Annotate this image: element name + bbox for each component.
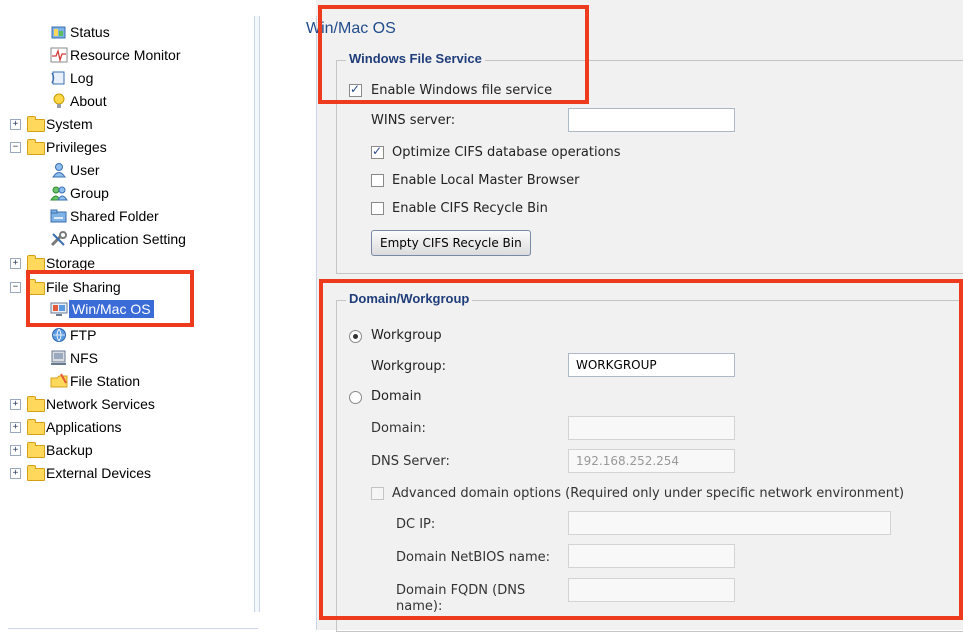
tree-item-shared-folder[interactable]: Shared Folder <box>50 205 159 227</box>
sidebar-divider <box>8 628 258 629</box>
tree-item-file-sharing[interactable]: − File Sharing <box>10 276 121 298</box>
expand-icon[interactable]: + <box>10 468 21 479</box>
advanced-domain-options-label: Advanced domain options (Required only u… <box>392 486 905 501</box>
folder-open-icon <box>26 139 45 155</box>
optimize-cifs-label: Optimize CIFS database operations <box>392 145 621 160</box>
local-master-browser-checkbox[interactable] <box>371 174 384 187</box>
tree-item-status[interactable]: Status <box>50 21 110 43</box>
advanced-domain-options-checkbox[interactable] <box>371 487 384 500</box>
expand-icon[interactable]: + <box>10 119 21 130</box>
tree-item-win-mac-os[interactable]: Win/Mac OS <box>50 298 154 320</box>
ftp-icon <box>50 327 68 343</box>
domain-field-label: Domain: <box>371 421 426 436</box>
group-icon <box>50 185 68 201</box>
folder-icon <box>26 116 45 132</box>
workgroup-field-label: Workgroup: <box>371 359 447 374</box>
sidebar-splitter[interactable] <box>254 16 260 612</box>
dc-ip-input[interactable] <box>568 511 891 535</box>
tree-item-resource-monitor[interactable]: Resource Monitor <box>50 44 181 66</box>
page-title: Win/Mac OS <box>306 20 396 37</box>
domain-fqdn-label-line2: name): <box>396 599 443 614</box>
expand-icon[interactable]: + <box>10 422 21 433</box>
empty-recycle-bin-button[interactable]: Empty CIFS Recycle Bin <box>371 230 531 256</box>
tree-item-log[interactable]: Log <box>50 67 93 89</box>
application-setting-icon <box>50 231 68 247</box>
folder-icon <box>26 255 45 271</box>
collapse-icon[interactable]: − <box>10 282 21 293</box>
log-icon <box>50 70 68 86</box>
local-master-browser-label: Enable Local Master Browser <box>392 173 580 188</box>
wins-server-input[interactable] <box>568 108 735 132</box>
dns-server-label: DNS Server: <box>371 454 450 469</box>
expand-icon[interactable]: + <box>10 399 21 410</box>
workgroup-radio[interactable] <box>349 330 362 343</box>
file-station-icon <box>50 373 68 389</box>
optimize-cifs-checkbox[interactable] <box>371 144 384 159</box>
windows-file-service-legend: Windows File Service <box>346 51 485 66</box>
folder-open-icon <box>26 279 45 295</box>
tree-item-network-services[interactable]: + Network Services <box>10 393 155 415</box>
tree-item-system[interactable]: + System <box>10 113 93 135</box>
enable-windows-file-service-label: Enable Windows file service <box>371 83 553 98</box>
domain-radio-label: Domain <box>371 389 422 404</box>
tree-item-applications[interactable]: + Applications <box>10 416 122 438</box>
resource-monitor-icon <box>50 47 68 63</box>
folder-icon <box>26 396 45 412</box>
expand-icon[interactable]: + <box>10 445 21 456</box>
tree-item-application-setting[interactable]: Application Setting <box>50 228 186 250</box>
domain-fqdn-label-line1: Domain FQDN (DNS <box>396 583 526 598</box>
status-icon <box>50 24 68 40</box>
wins-server-label: WINS server: <box>371 113 456 128</box>
tree-item-ftp[interactable]: FTP <box>50 324 96 346</box>
domain-radio[interactable] <box>349 391 362 404</box>
tree-item-file-station[interactable]: File Station <box>50 370 140 392</box>
tree-item-nfs[interactable]: NFS <box>50 347 98 369</box>
workgroup-radio-label: Workgroup <box>371 328 442 343</box>
cifs-recycle-bin-label: Enable CIFS Recycle Bin <box>392 201 548 216</box>
win-mac-os-icon <box>50 301 68 317</box>
navigation-tree: Status Resource Monitor Log About + Syst… <box>0 0 260 630</box>
tree-item-external-devices[interactable]: + External Devices <box>10 462 151 484</box>
tree-item-backup[interactable]: + Backup <box>10 439 93 461</box>
folder-icon <box>26 442 45 458</box>
domain-fqdn-input[interactable] <box>568 578 735 602</box>
domain-input[interactable] <box>568 416 735 440</box>
user-icon <box>50 162 68 178</box>
collapse-icon[interactable]: − <box>10 142 21 153</box>
enable-windows-file-service-checkbox[interactable] <box>349 82 362 97</box>
lightbulb-icon <box>50 93 68 109</box>
panel-border <box>316 16 317 630</box>
tree-item-storage[interactable]: + Storage <box>10 252 95 274</box>
tree-item-group[interactable]: Group <box>50 182 109 204</box>
folder-icon <box>26 465 45 481</box>
cifs-recycle-bin-checkbox[interactable] <box>371 202 384 215</box>
expand-icon[interactable]: + <box>10 258 21 269</box>
tree-item-about[interactable]: About <box>50 90 107 112</box>
workgroup-input[interactable] <box>568 353 735 377</box>
tree-item-user[interactable]: User <box>50 159 100 181</box>
domain-workgroup-legend: Domain/Workgroup <box>346 291 473 306</box>
domain-netbios-label: Domain NetBIOS name: <box>396 550 551 565</box>
dns-server-input[interactable] <box>568 449 735 473</box>
folder-icon <box>26 419 45 435</box>
dc-ip-label: DC IP: <box>396 517 436 532</box>
nfs-icon <box>50 350 68 366</box>
domain-netbios-input[interactable] <box>568 544 735 568</box>
tree-item-privileges[interactable]: − Privileges <box>10 136 107 158</box>
shared-folder-icon <box>50 208 68 224</box>
